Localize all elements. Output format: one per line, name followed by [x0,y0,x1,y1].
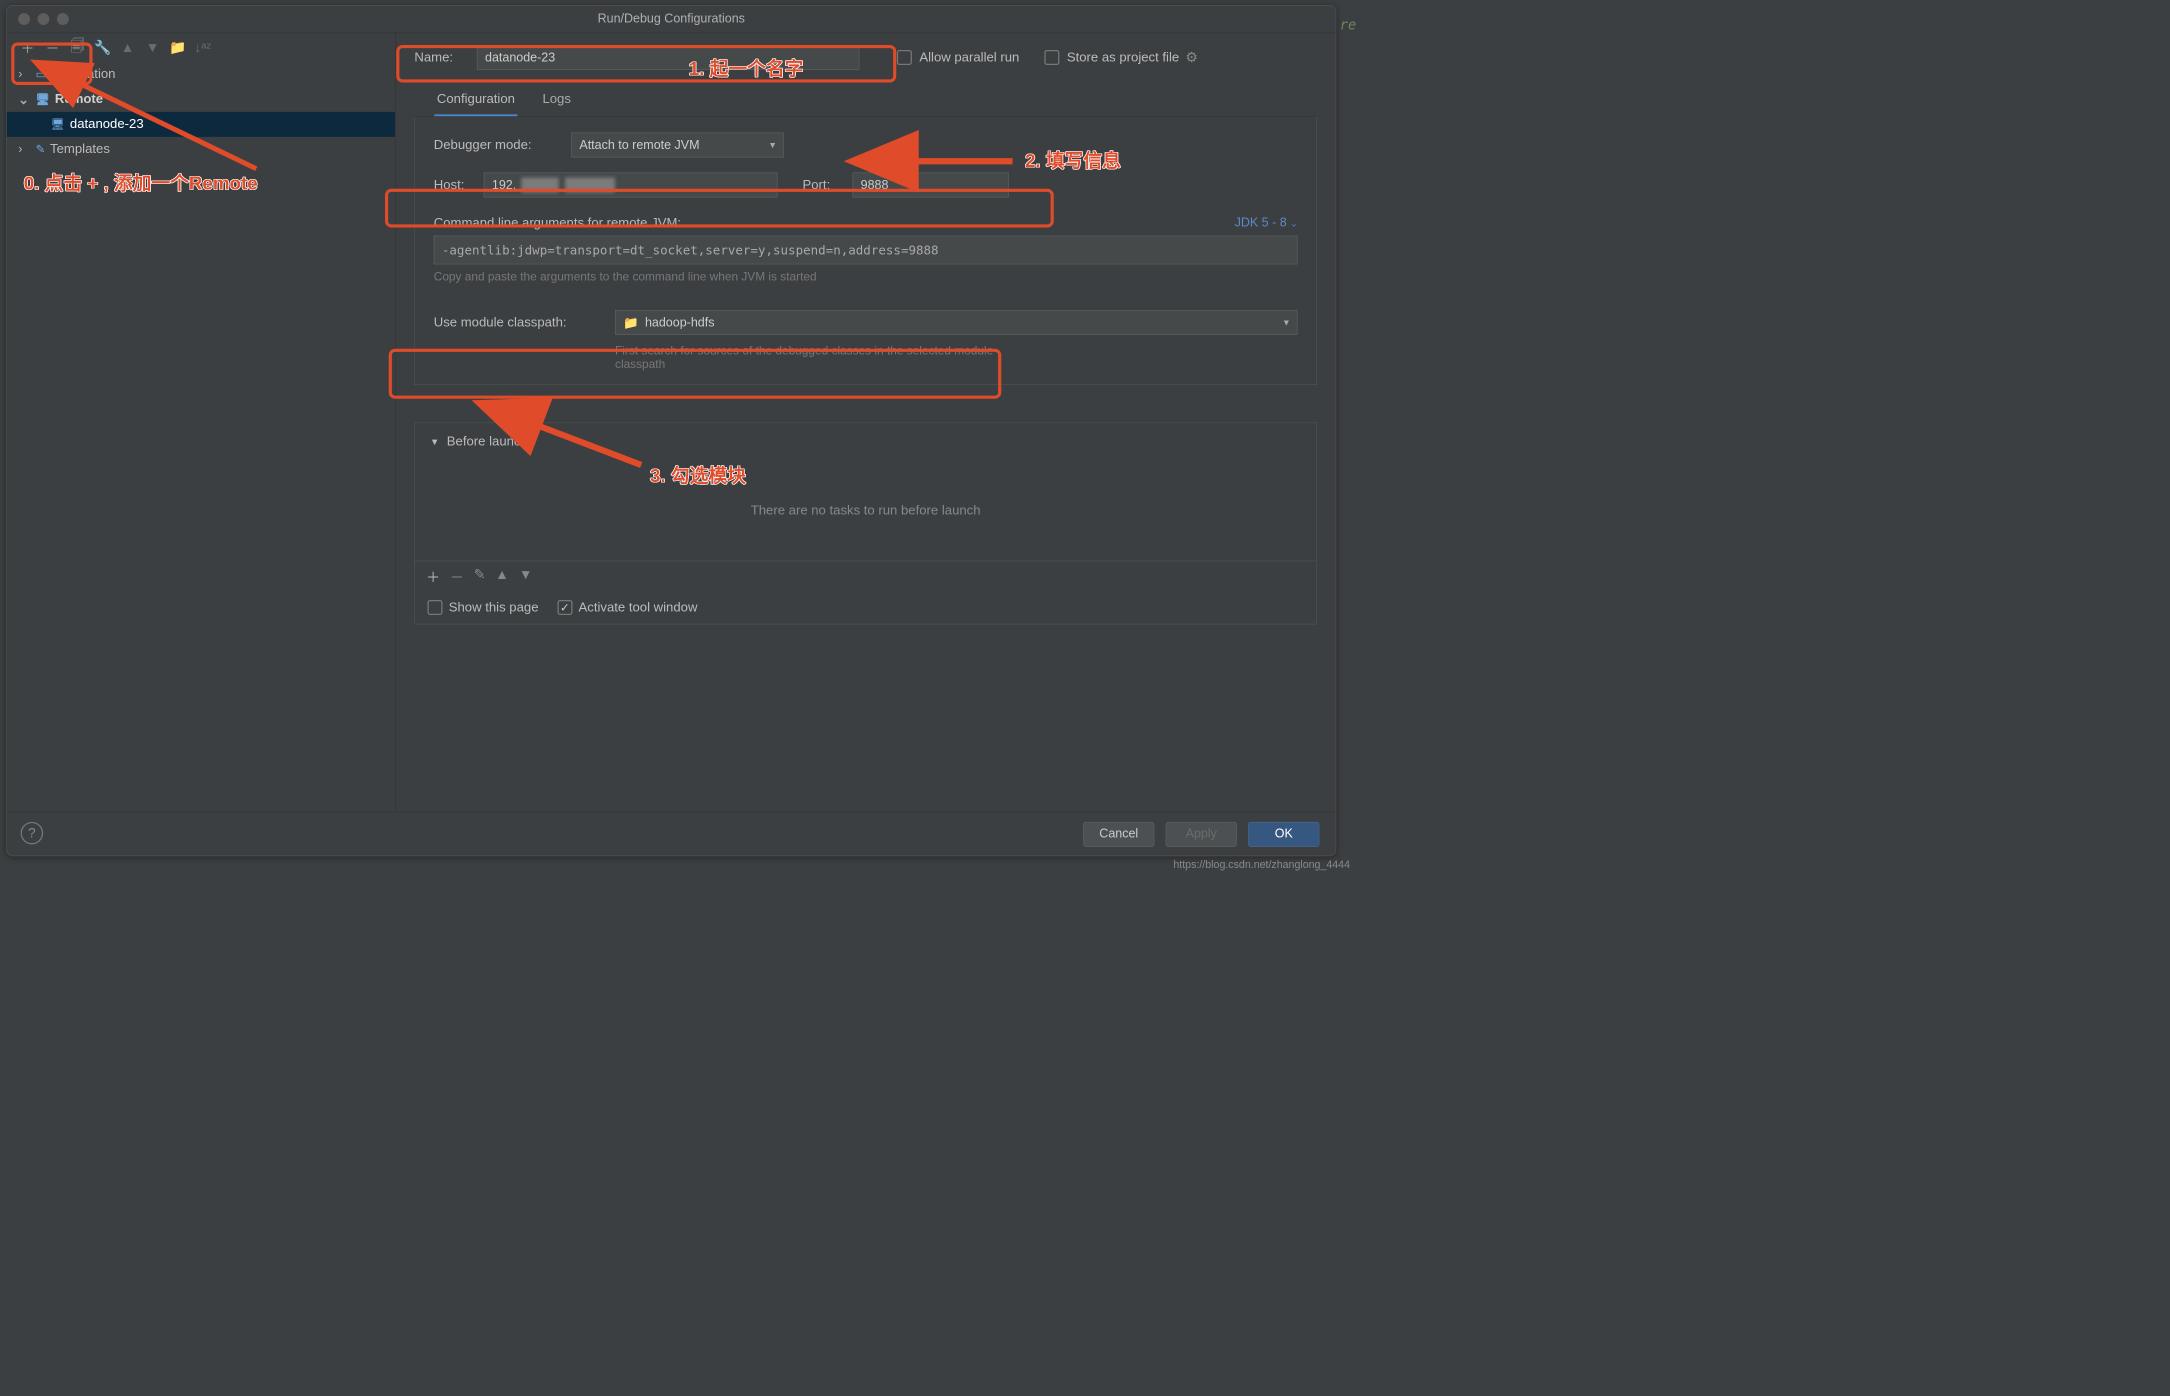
tab-logs[interactable]: Logs [540,84,573,116]
module-classpath-label: Use module classpath: [434,315,615,330]
module-classpath-hint: First search for sources of the debugged… [615,344,1028,372]
chevron-down-icon: ▼ [768,140,777,150]
help-button[interactable]: ? [21,822,44,845]
debugger-mode-label: Debugger mode: [434,138,572,153]
module-classpath-dropdown[interactable]: 📁 hadoop-hdfs ▼ [615,310,1298,335]
config-panel: Debugger mode: Attach to remote JVM ▼ Ho… [414,117,1317,385]
main-panel: Name: Allow parallel run Store as projec… [396,33,1336,812]
bl-edit-icon: ✎ [474,566,486,586]
tree-item-datanode23[interactable]: 🖥 datanode-23 [7,112,395,137]
activate-tool-window-checkbox[interactable] [557,600,572,615]
activate-tool-window-label: Activate tool window [579,600,698,615]
tree-item-remote[interactable]: ⌄ 🖥 Remote [7,87,395,112]
cli-args-box[interactable]: -agentlib:jdwp=transport=dt_socket,serve… [434,236,1298,265]
module-icon: 📁 [623,315,639,331]
redacted-overlay [565,178,615,193]
sidebar-toolbar: ＋ － 🗐 🔧 ▲ ▼ 📁 ↓ᵃᶻ [7,33,395,62]
sidebar: ＋ － 🗐 🔧 ▲ ▼ 📁 ↓ᵃᶻ › ▭ Application ⌄ 🖥 R [7,33,396,812]
move-down-icon[interactable]: ▼ [144,39,160,55]
cancel-button[interactable]: Cancel [1083,822,1154,847]
remove-button-icon[interactable]: － [44,38,60,58]
remote-config-icon: 🖥 [51,118,65,131]
chevron-right-icon: › [18,67,31,82]
templates-icon: ✎ [36,143,45,156]
chevron-down-icon: ▼ [1282,318,1291,328]
host-label: Host: [434,178,484,193]
bl-remove-icon: － [450,566,464,586]
port-label: Port: [803,178,853,193]
tab-configuration[interactable]: Configuration [434,84,517,116]
debugger-mode-dropdown[interactable]: Attach to remote JVM ▼ [571,133,784,158]
chevron-down-icon: ⌄ [1290,218,1297,228]
gear-icon[interactable]: ⚙ [1185,49,1197,65]
before-launch-title: Before launch [447,434,528,449]
tree-item-templates[interactable]: › ✎ Templates [7,137,395,162]
bl-add-icon[interactable]: ＋ [426,566,440,586]
cli-args-hint: Copy and paste the arguments to the comm… [434,271,1298,285]
tree-label: Application [51,67,115,82]
module-classpath-value: hadoop-hdfs [645,315,715,329]
show-this-page-label: Show this page [449,600,539,615]
background-code-text: re [1340,18,1357,34]
redacted-overlay [521,178,559,193]
copy-button-icon[interactable]: 🗐 [69,36,85,60]
run-debug-dialog: Run/Debug Configurations ＋ － 🗐 🔧 ▲ ▼ 📁 ↓… [6,5,1336,856]
before-launch-empty: There are no tasks to run before launch [415,461,1316,561]
folder-icon[interactable]: 📁 [169,39,185,55]
dialog-footer: ? Cancel Apply OK [7,812,1336,856]
store-as-project-label: Store as project file [1067,50,1179,65]
show-this-page-checkbox[interactable] [428,600,443,615]
application-icon: ▭ [36,68,47,81]
config-tree: › ▭ Application ⌄ 🖥 Remote 🖥 datanode-23… [7,62,395,812]
move-up-icon[interactable]: ▲ [119,39,135,55]
before-launch-section: ▼ Before launch There are no tasks to ru… [414,423,1317,625]
port-input[interactable] [853,173,1009,198]
window-title: Run/Debug Configurations [7,12,1336,26]
bl-down-icon: ▼ [519,566,533,586]
chevron-down-icon: ⌄ [18,92,31,108]
chevron-right-icon: › [18,142,31,157]
tree-label: Templates [50,142,110,157]
cli-args-label: Command line arguments for remote JVM: [434,216,681,231]
watermark: https://blog.csdn.net/zhanglong_4444 [1173,859,1350,872]
jdk-version-link[interactable]: JDK 5 - 8 ⌄ [1235,216,1298,231]
chevron-down-icon[interactable]: ▼ [430,437,439,448]
remote-icon: 🖥 [36,93,50,106]
tree-label: datanode-23 [70,117,144,132]
debugger-mode-value: Attach to remote JVM [579,138,699,152]
add-button-icon[interactable]: ＋ [19,38,35,58]
allow-parallel-checkbox[interactable] [897,50,912,65]
wrench-icon[interactable]: 🔧 [94,39,110,55]
bl-up-icon: ▲ [495,566,509,586]
ok-button[interactable]: OK [1248,822,1319,847]
name-input[interactable] [477,45,860,70]
tree-item-application[interactable]: › ▭ Application [7,62,395,87]
store-as-project-checkbox[interactable] [1044,50,1059,65]
sort-icon[interactable]: ↓ᵃᶻ [194,39,210,55]
apply-button[interactable]: Apply [1166,822,1237,847]
name-label: Name: [414,50,477,65]
titlebar: Run/Debug Configurations [7,6,1336,34]
jdk-version-text: JDK 5 - 8 [1235,216,1287,230]
allow-parallel-label: Allow parallel run [919,50,1019,65]
tree-label: Remote [55,92,103,107]
